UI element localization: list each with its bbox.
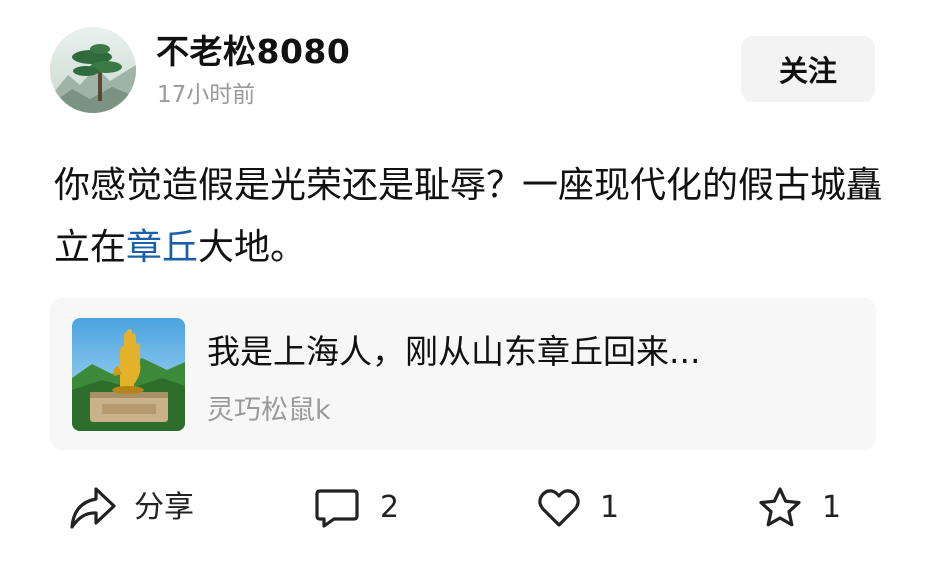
author-name[interactable]: 不老松8080 (156, 30, 350, 74)
share-button[interactable]: 分享 (68, 478, 194, 538)
comment-button[interactable]: 2 (314, 478, 399, 538)
quoted-post-title: 我是上海人，刚从山东章丘回来... (207, 332, 701, 371)
quoted-post-thumbnail (72, 318, 185, 431)
quoted-post-card[interactable]: 我是上海人，刚从山东章丘回来... 灵巧松鼠k (50, 298, 876, 450)
avatar[interactable] (50, 27, 136, 113)
like-button[interactable]: 1 (536, 478, 619, 538)
comment-bubble-icon (315, 489, 359, 528)
like-count: 1 (600, 490, 620, 525)
post-timestamp: 17小时前 (157, 82, 256, 108)
favorite-count: 1 (822, 490, 842, 525)
share-arrow-icon (70, 487, 116, 529)
heart-icon (538, 489, 580, 527)
topic-link[interactable]: 章丘 (126, 227, 198, 268)
post-text: 你感觉造假是光荣还是耻辱？一座现代化的假古城矗立在章丘大地。 (54, 155, 884, 279)
quoted-post-author: 灵巧松鼠k (207, 395, 331, 426)
pine-tree-avatar-image (50, 27, 136, 113)
favorite-button[interactable]: 1 (756, 478, 841, 538)
golden-hand-statue-image (72, 318, 185, 431)
star-icon (759, 487, 801, 527)
post-text-after: 大地。 (198, 227, 307, 268)
follow-button[interactable]: 关注 (741, 36, 875, 102)
comment-count: 2 (380, 490, 400, 525)
share-label: 分享 (134, 490, 194, 525)
